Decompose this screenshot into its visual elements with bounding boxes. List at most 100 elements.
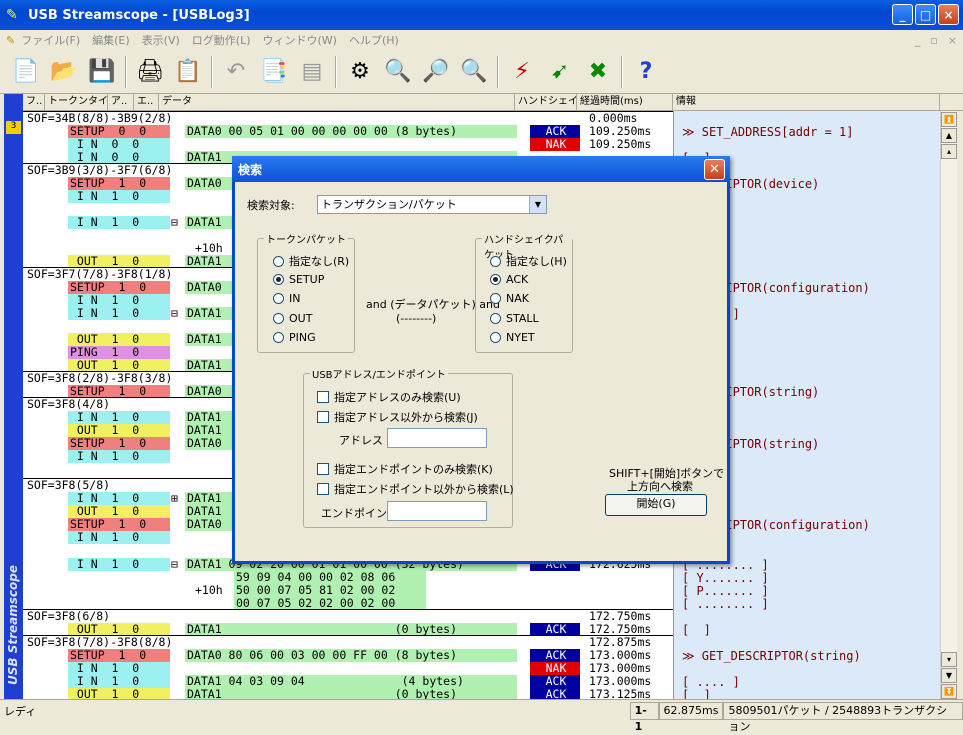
copy-icon[interactable]: 📑	[256, 54, 292, 90]
radio-icon	[490, 312, 501, 324]
addr-only-checkbox[interactable]: 指定アドレスのみ検索(U)	[317, 389, 461, 405]
doc-icon: ✎	[6, 33, 16, 47]
address-input[interactable]	[387, 428, 487, 448]
radio-icon	[490, 273, 501, 285]
open-folder-icon[interactable]: 📂	[46, 54, 82, 90]
minimize-button[interactable]: _	[892, 4, 913, 25]
find-next-icon[interactable]: 🔎	[418, 54, 454, 90]
col-info[interactable]: 情報	[673, 94, 940, 110]
radio-icon	[273, 273, 284, 285]
token-group-title: トークンパケット	[264, 231, 348, 246]
title-bar[interactable]: ✎ USB Streamscope - [USBLog3] _ □ ×	[0, 0, 963, 30]
close-button[interactable]: ×	[938, 4, 959, 25]
dialog-title-bar[interactable]: 検索	[232, 156, 730, 182]
menu-help[interactable]: ヘルプ(H)	[349, 32, 399, 48]
token-radio-3[interactable]: OUT	[273, 312, 312, 325]
new-file-icon[interactable]: 📄	[8, 54, 44, 90]
scroll-down-icon[interactable]: ▾	[941, 652, 957, 667]
mdi-minimize-button[interactable]: _	[915, 34, 921, 47]
paste-icon[interactable]: ▤	[294, 54, 330, 90]
elapsed-time: 109.250ms	[589, 137, 652, 151]
scroll-up-icon[interactable]: ▴	[941, 144, 957, 159]
start-capture-icon[interactable]: ➹	[542, 54, 578, 90]
column-header: フ.. トークンタイプ ア.. エ.. データ ハンドシェイク 経過時間(ms)…	[23, 94, 963, 111]
token-cell: I N 1 0	[68, 190, 170, 203]
expand-icon: ⊟	[171, 215, 178, 229]
token-radio-label: IN	[289, 292, 301, 305]
print-icon[interactable]: 🖨	[132, 54, 168, 90]
radio-icon	[273, 332, 284, 343]
handshake-radio-0[interactable]: 指定なし(H)	[490, 253, 567, 269]
token-cell: I N 1 0	[68, 307, 170, 320]
dialog-close-button[interactable]: ✕	[704, 159, 725, 180]
search-target-select[interactable]: トランザクション/パケット ▼	[317, 195, 547, 214]
handshake-radio-label: STALL	[506, 311, 539, 325]
col-address[interactable]: ア..	[108, 94, 134, 110]
find-prev-icon[interactable]: 🔍	[456, 54, 492, 90]
handshake-radio-4[interactable]: NYET	[490, 331, 535, 344]
endpoint-input[interactable]	[387, 501, 487, 521]
token-radio-0[interactable]: 指定なし(R)	[273, 253, 349, 269]
handshake-radio-3[interactable]: STALL	[490, 312, 539, 325]
search-target-label: 検索対象:	[247, 199, 295, 212]
token-radio-label: 指定なし(R)	[289, 255, 350, 268]
vertical-scrollbar[interactable]: ⏫ ▲ ▴ ▾ ▼ ⏬	[940, 111, 957, 699]
handshake-radio-label: 指定なし(H)	[506, 255, 567, 268]
col-frame[interactable]: フ..	[23, 94, 45, 110]
token-radio-2[interactable]: IN	[273, 292, 300, 305]
info-line: [ Y....... ]	[682, 571, 769, 585]
addr-except-checkbox[interactable]: 指定アドレス以外から検索(J)	[317, 409, 478, 425]
ep-only-checkbox[interactable]: 指定エンドポイントのみ検索(K)	[317, 461, 493, 477]
stop-capture-icon[interactable]: ✖	[580, 54, 616, 90]
frame-divider	[23, 609, 673, 610]
dropdown-arrow-icon[interactable]: ▼	[529, 196, 546, 213]
expand-icon: ⊟	[171, 557, 178, 571]
app-icon: ✎	[6, 7, 18, 23]
usb-group-title: USBアドレス/エンドポイント	[310, 366, 448, 381]
handshake-cell: NAK	[530, 138, 580, 151]
col-endpoint[interactable]: エ..	[134, 94, 159, 110]
handshake-cell: ACK	[530, 688, 580, 699]
scroll-bottom-icon[interactable]: ⏬	[941, 684, 957, 699]
dialog-title: 検索	[238, 162, 263, 177]
scroll-top-icon[interactable]: ⏫	[941, 112, 957, 127]
col-elapsed[interactable]: 経過時間(ms)	[577, 94, 673, 110]
scroll-page-up-icon[interactable]: ▲	[941, 128, 957, 143]
print-preview-icon[interactable]: 📋	[170, 54, 206, 90]
status-position: 1-1	[629, 702, 659, 733]
token-radio-label: PING	[289, 331, 316, 344]
info-line: ≫ GET_DESCRIPTOR(string)	[682, 649, 861, 663]
mdi-close-button[interactable]: ×	[948, 34, 957, 47]
expand-icon: ⊟	[171, 306, 178, 320]
ep-except-checkbox[interactable]: 指定エンドポイント以外から検索(L)	[317, 481, 514, 497]
token-radio-1[interactable]: SETUP	[273, 273, 324, 286]
menu-view[interactable]: 表示(V)	[142, 32, 180, 48]
radio-icon	[273, 312, 284, 324]
col-token-type[interactable]: トークンタイプ	[45, 94, 108, 110]
radio-icon	[273, 255, 284, 267]
help-icon[interactable]: ?	[628, 54, 664, 90]
handshake-radio-2[interactable]: NAK	[490, 292, 529, 305]
settings-icon[interactable]: ⚙	[342, 54, 378, 90]
save-icon[interactable]: 💾	[84, 54, 120, 90]
mdi-restore-button[interactable]: ▫	[930, 34, 937, 47]
start-search-button[interactable]: 開始(G)	[605, 494, 707, 516]
menu-file[interactable]: ファイル(F)	[21, 32, 80, 48]
handshake-radio-1[interactable]: ACK	[490, 273, 528, 286]
token-radio-label: OUT	[289, 311, 313, 325]
find-icon[interactable]: 🔍	[380, 54, 416, 90]
undo-icon[interactable]: ↶	[218, 54, 254, 90]
info-line: [ ........ ]	[682, 597, 769, 611]
scroll-page-down-icon[interactable]: ▼	[941, 668, 957, 683]
menu-edit[interactable]: 編集(E)	[92, 32, 130, 48]
trigger-icon[interactable]: ⚡	[504, 54, 540, 90]
col-handshake[interactable]: ハンドシェイク	[515, 94, 577, 110]
radio-icon	[490, 293, 501, 304]
window-title: USB Streamscope - [USBLog3]	[28, 7, 250, 23]
menu-window[interactable]: ウィンドウ(W)	[263, 32, 337, 48]
menu-log[interactable]: ログ動作(L)	[192, 32, 251, 48]
col-data[interactable]: データ	[159, 94, 515, 110]
token-cell: I N 1 0	[68, 531, 170, 544]
maximize-button[interactable]: □	[915, 4, 936, 25]
token-radio-4[interactable]: PING	[273, 331, 316, 344]
